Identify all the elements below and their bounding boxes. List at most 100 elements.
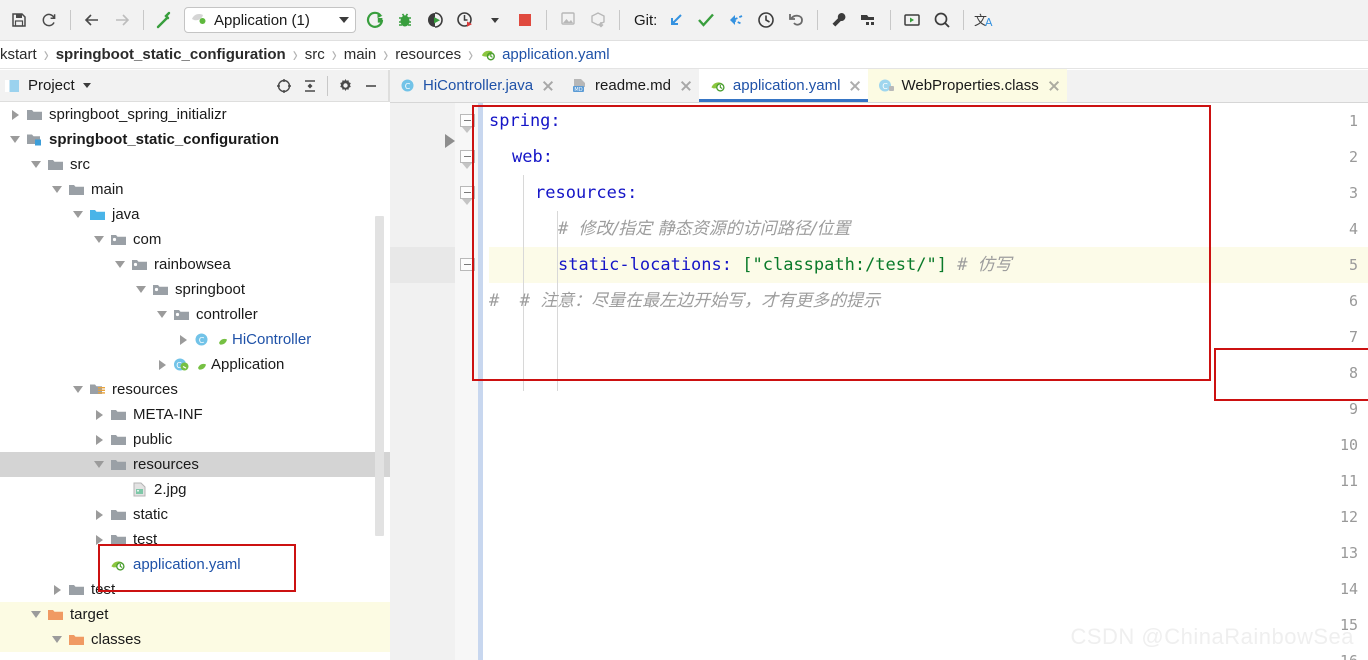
tree-node-springboot[interactable]: springboot [0, 277, 390, 302]
chevron-right-icon[interactable] [6, 102, 24, 127]
close-icon[interactable] [679, 79, 693, 93]
code-line-3[interactable]: resources: [535, 175, 637, 211]
tree-node-rainbowsea[interactable]: rainbowsea [0, 252, 390, 277]
breadcrumb-item-2[interactable]: src [305, 46, 325, 63]
tree-node-resources[interactable]: resources [0, 452, 390, 477]
tree-node-static[interactable]: static [0, 502, 390, 527]
tree-node-application[interactable]: CApplication [0, 352, 390, 377]
chevron-down-icon[interactable] [111, 252, 129, 277]
run-with-coverage-icon[interactable] [420, 5, 450, 35]
tree-node-controller[interactable]: controller [0, 302, 390, 327]
chevron-down-icon[interactable] [480, 5, 510, 35]
run-icon[interactable] [360, 5, 390, 35]
editor-tab-webproperties-class[interactable]: CWebProperties.class [868, 69, 1066, 102]
chevron-right-icon[interactable] [90, 502, 108, 527]
sync-gradle-icon[interactable] [583, 5, 613, 35]
editor-tab-hicontroller-java[interactable]: CHiController.java [390, 69, 561, 102]
breadcrumb-item-1[interactable]: springboot_static_configuration [56, 46, 286, 63]
git-update-project-icon[interactable] [661, 5, 691, 35]
chevron-down-icon[interactable] [69, 377, 87, 402]
settings-wrench-icon[interactable] [824, 5, 854, 35]
breadcrumb-item-3[interactable]: main [344, 46, 377, 63]
tree-node-com[interactable]: com [0, 227, 390, 252]
tree-node-test[interactable]: test [0, 527, 390, 552]
chevron-down-icon[interactable] [132, 277, 150, 302]
chevron-down-icon[interactable] [69, 202, 87, 227]
collapse-all-icon[interactable] [297, 73, 323, 99]
tree-node-application-yaml[interactable]: application.yaml [0, 552, 390, 577]
translate-icon[interactable]: 文A [970, 5, 1000, 35]
git-history-icon[interactable] [751, 5, 781, 35]
refresh-icon[interactable] [34, 5, 64, 35]
tree-node-classes[interactable]: classes [0, 627, 390, 652]
git-commit-icon[interactable] [691, 5, 721, 35]
tree-node-main[interactable]: main [0, 177, 390, 202]
tree-node-public[interactable]: public [0, 427, 390, 452]
hide-panel-icon[interactable] [358, 73, 384, 99]
project-tree-scrollbar[interactable] [375, 216, 384, 536]
editor-tab-readme-md[interactable]: MDreadme.md [561, 69, 699, 102]
fold-marker-line1[interactable] [460, 114, 475, 127]
fold-marker-line5[interactable] [460, 258, 475, 271]
chevron-down-icon[interactable] [153, 302, 171, 327]
profiler-icon[interactable] [450, 5, 480, 35]
tree-node-resources[interactable]: resources [0, 377, 390, 402]
tree-node-src[interactable]: src [0, 152, 390, 177]
chevron-down-icon[interactable] [90, 227, 108, 252]
breadcrumb-item-4[interactable]: resources [395, 46, 461, 63]
back-icon[interactable] [77, 5, 107, 35]
close-icon[interactable] [1047, 79, 1061, 93]
editor-tab-application-yaml[interactable]: application.yaml [699, 69, 869, 102]
build-hammer-icon[interactable] [150, 5, 180, 35]
chevron-right-icon[interactable] [90, 427, 108, 452]
editor-gutter[interactable] [390, 103, 455, 660]
select-opened-file-icon[interactable] [271, 73, 297, 99]
chevron-right-icon[interactable] [90, 527, 108, 552]
chevron-down-icon[interactable] [339, 17, 349, 23]
stop-icon[interactable] [510, 5, 540, 35]
forward-icon[interactable] [107, 5, 137, 35]
tree-node-springboot-static-configuration[interactable]: springboot_static_configuration [0, 127, 390, 152]
project-structure-icon[interactable] [854, 5, 884, 35]
chevron-down-icon[interactable] [27, 602, 45, 627]
tree-node-test[interactable]: test [0, 577, 390, 602]
terminal-icon[interactable] [897, 5, 927, 35]
chevron-down-icon[interactable] [48, 627, 66, 652]
save-all-icon[interactable] [4, 5, 34, 35]
fold-marker-line3[interactable] [460, 186, 475, 199]
git-push-icon[interactable] [721, 5, 751, 35]
project-tree[interactable]: springboot_spring_initializrspringboot_s… [0, 102, 390, 660]
tree-node-springboot-spring-initializr[interactable]: springboot_spring_initializr [0, 102, 390, 127]
chevron-down-icon[interactable] [83, 83, 91, 88]
code-line-1[interactable]: spring: [489, 103, 561, 139]
chevron-down-icon[interactable] [6, 127, 24, 152]
run-configuration-selector[interactable]: Application (1) [184, 7, 356, 33]
search-everywhere-icon[interactable] [927, 5, 957, 35]
chevron-right-icon[interactable] [174, 327, 192, 352]
tree-node-java[interactable]: java [0, 202, 390, 227]
debug-icon[interactable] [390, 5, 420, 35]
breadcrumb-item-0[interactable]: kstart [0, 46, 37, 63]
tree-node-meta-inf[interactable]: META-INF [0, 402, 390, 427]
code-line-5[interactable]: static-locations: ["classpath:/test/"] #… [558, 247, 1012, 283]
chevron-down-icon[interactable] [90, 452, 108, 477]
close-icon[interactable] [848, 79, 862, 93]
chevron-down-icon[interactable] [27, 152, 45, 177]
close-icon[interactable] [541, 79, 555, 93]
git-rollback-icon[interactable] [781, 5, 811, 35]
tree-node-2-jpg[interactable]: 2.jpg [0, 477, 390, 502]
chevron-right-icon[interactable] [48, 577, 66, 602]
run-application-gutter-icon[interactable] [445, 134, 455, 148]
code-editor[interactable]: 12345678910111213141516 spring:web:resou… [390, 103, 1368, 660]
fold-marker-line2[interactable] [460, 150, 475, 163]
chevron-down-icon[interactable] [48, 177, 66, 202]
device-manager-icon[interactable] [553, 5, 583, 35]
code-line-2[interactable]: web: [512, 139, 553, 175]
tree-node-target[interactable]: target [0, 602, 390, 627]
chevron-right-icon[interactable] [90, 402, 108, 427]
settings-gear-icon[interactable] [332, 73, 358, 99]
breadcrumb-item-5[interactable]: application.yaml [502, 46, 610, 63]
code-line-6[interactable]: # # 注意：尽量在最左边开始写，才有更多的提示 [489, 283, 880, 319]
chevron-right-icon[interactable] [153, 352, 171, 377]
tree-node-hicontroller[interactable]: CHiController [0, 327, 390, 352]
